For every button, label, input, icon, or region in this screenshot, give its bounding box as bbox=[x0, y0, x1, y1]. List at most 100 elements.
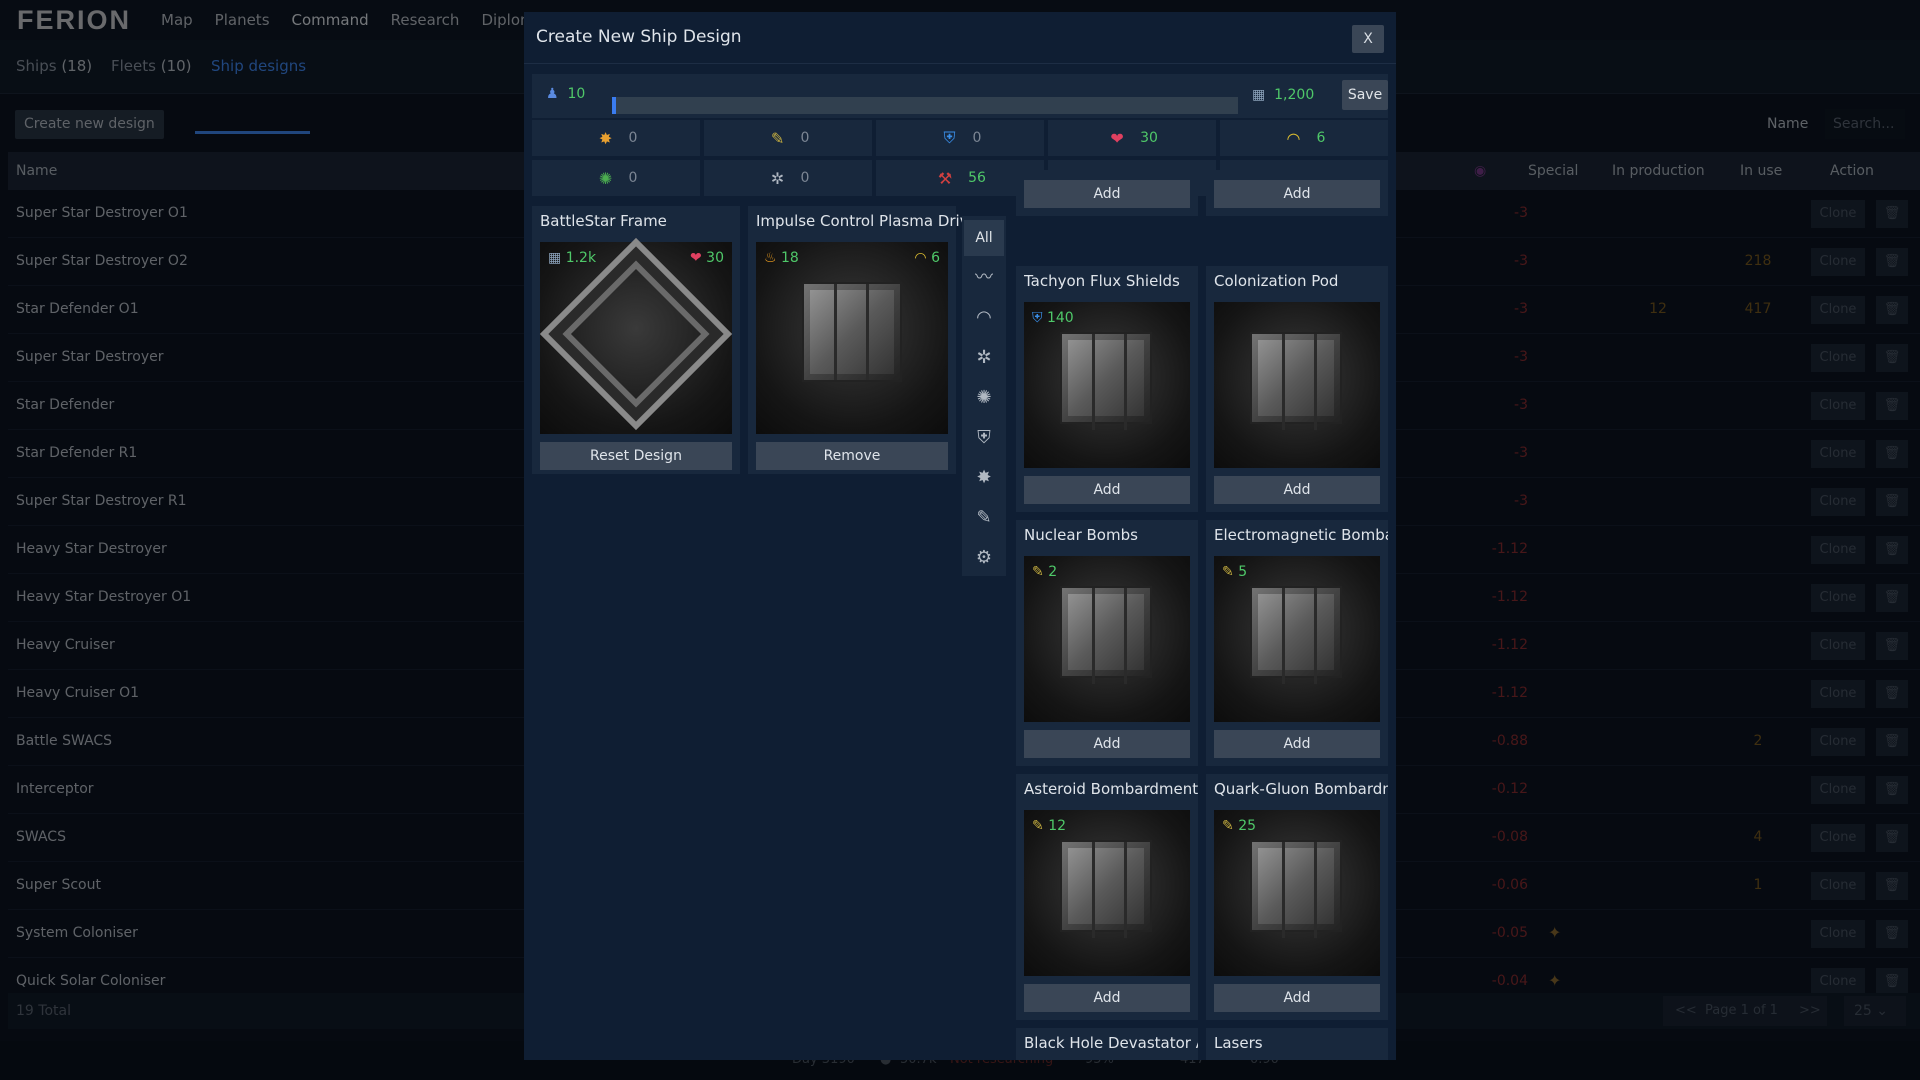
frame-model bbox=[539, 237, 733, 431]
stat-value: 6 bbox=[1316, 130, 1326, 146]
frame-slot: BattleStar Frame ▦ 1.2k ❤ 30 Reset Desig… bbox=[532, 206, 740, 474]
module-image: ✎ 25 bbox=[1214, 810, 1380, 976]
category-all-button[interactable]: All bbox=[964, 220, 1004, 256]
explosion-icon[interactable]: ✸ bbox=[964, 460, 1004, 496]
crew-count: ♟ 10 bbox=[546, 86, 585, 102]
stat-value: 0 bbox=[800, 130, 810, 146]
crew-icon: ♟ bbox=[546, 86, 559, 102]
module-model bbox=[1060, 586, 1152, 684]
missile-icon: ✎ bbox=[770, 128, 785, 148]
module-card: Asteroid Bombardment Array ✎ 12 Add bbox=[1016, 774, 1198, 1020]
drive-image: ♨ 18 ◠ 6 bbox=[756, 242, 948, 434]
virus-icon[interactable]: ✺ bbox=[964, 380, 1004, 416]
module-stat: ✎ 2 bbox=[1032, 564, 1057, 580]
drive-speed: ◠ 6 bbox=[914, 250, 940, 266]
add-module-button[interactable]: Add bbox=[1214, 180, 1380, 208]
dialog-header: Create New Ship Design X bbox=[524, 12, 1396, 64]
stat-shield: ⛨ 0 bbox=[876, 120, 1044, 156]
add-module-button[interactable]: Add bbox=[1214, 984, 1380, 1012]
dialog-title: Create New Ship Design bbox=[536, 27, 742, 47]
drive-title: Impulse Control Plasma Drive bbox=[756, 212, 978, 230]
save-button[interactable]: Save bbox=[1342, 80, 1388, 110]
module-name: Electromagnetic Bombardment bbox=[1214, 526, 1388, 544]
crew-value: 10 bbox=[567, 86, 586, 102]
drive-slot: Impulse Control Plasma Drive ♨ 18 ◠ 6 Re… bbox=[748, 206, 978, 474]
shield-icon: ⛨ bbox=[943, 128, 956, 147]
module-image: ⛨ 140 bbox=[1024, 302, 1190, 468]
module-stat-value: 5 bbox=[1238, 564, 1248, 580]
design-summary-bar: ♟ 10 ▦ 1,200 Save bbox=[532, 74, 1388, 118]
module-stat-value: 2 bbox=[1048, 564, 1058, 580]
gauge-icon[interactable]: ◠ bbox=[964, 300, 1004, 336]
hull-icon: ▦ bbox=[548, 250, 562, 266]
module-card: Colonization Pod Add bbox=[1206, 266, 1388, 512]
stat-explosion: ✸ 0 bbox=[532, 120, 700, 156]
module-card: Tachyon Flux Shields ⛨ 140 Add bbox=[1016, 266, 1198, 512]
stat-satellite: ✲ 0 bbox=[704, 160, 872, 196]
module-name: Quark-Gluon Bombardment bbox=[1214, 780, 1388, 798]
add-module-button[interactable]: Add bbox=[1024, 730, 1190, 758]
module-category-filter: All 〰 ◠ ✲ ✺ ⛨ ✸ ✎ ⚙ bbox=[962, 216, 1006, 576]
module-model bbox=[1250, 840, 1342, 938]
stat-value: 0 bbox=[972, 130, 982, 146]
module-name: Nuclear Bombs bbox=[1024, 526, 1138, 544]
module-card-partial: Add bbox=[1206, 170, 1388, 216]
heart-icon: ❤ bbox=[689, 250, 702, 266]
speed-gauge-icon: ◠ bbox=[1286, 128, 1301, 148]
add-module-button[interactable]: Add bbox=[1024, 984, 1190, 1012]
module-stat: ✎ 12 bbox=[1032, 818, 1066, 834]
drive-speed-value: 6 bbox=[931, 250, 940, 266]
module-model bbox=[1250, 332, 1342, 430]
stat-value: 0 bbox=[800, 170, 810, 186]
hammer-icon: ⚒ bbox=[937, 168, 953, 188]
module-stat: ✎ 25 bbox=[1222, 818, 1256, 834]
module-image bbox=[1214, 302, 1380, 468]
module-stat-value: 12 bbox=[1048, 818, 1067, 834]
create-ship-design-dialog: Create New Ship Design X ♟ 10 ▦ 1,200 Sa… bbox=[524, 12, 1396, 1060]
missile-icon: ✎ bbox=[1222, 564, 1234, 580]
hull-capacity: ▦ 1,200 bbox=[1252, 87, 1314, 103]
add-module-button[interactable]: Add bbox=[1024, 476, 1190, 504]
hull-icon: ▦ bbox=[1252, 87, 1266, 103]
virus-icon: ✺ bbox=[598, 168, 613, 188]
close-button[interactable]: X bbox=[1352, 25, 1384, 53]
gear-icon[interactable]: ⚙ bbox=[964, 540, 1004, 576]
remove-module-button[interactable]: Remove bbox=[756, 442, 948, 470]
frame-hp-value: 30 bbox=[706, 250, 724, 266]
stat-heart: ❤ 30 bbox=[1048, 120, 1216, 156]
module-card: Nuclear Bombs ✎ 2 Add bbox=[1016, 520, 1198, 766]
module-image: ✎ 2 bbox=[1024, 556, 1190, 722]
pulse-icon[interactable]: 〰 bbox=[964, 260, 1004, 296]
module-name: Tachyon Flux Shields bbox=[1024, 272, 1180, 290]
stat-value: 0 bbox=[628, 170, 638, 186]
module-card-partial: Add bbox=[1016, 170, 1198, 216]
missile-icon[interactable]: ✎ bbox=[964, 500, 1004, 536]
shield-icon: ⛨ bbox=[1032, 310, 1043, 326]
frame-image: ▦ 1.2k ❤ 30 bbox=[539, 237, 733, 434]
satellite-icon[interactable]: ✲ bbox=[964, 340, 1004, 376]
module-stat: ✎ 5 bbox=[1222, 564, 1247, 580]
stat-missile: ✎ 0 bbox=[704, 120, 872, 156]
add-module-button[interactable]: Add bbox=[1024, 180, 1190, 208]
module-stat-value: 25 bbox=[1238, 818, 1257, 834]
heart-icon: ❤ bbox=[1110, 128, 1124, 148]
module-model bbox=[1250, 586, 1342, 684]
drive-fuel: ♨ 18 bbox=[764, 250, 799, 266]
module-image: ✎ 12 bbox=[1024, 810, 1190, 976]
add-module-button[interactable]: Add bbox=[1214, 476, 1380, 504]
module-name: Asteroid Bombardment Array bbox=[1024, 780, 1198, 798]
add-module-button[interactable]: Add bbox=[1214, 730, 1380, 758]
missile-icon: ✎ bbox=[1222, 818, 1234, 834]
module-card: Quark-Gluon Bombardment ✎ 25 Add bbox=[1206, 774, 1388, 1020]
module-stat: ⛨ 140 bbox=[1032, 310, 1074, 326]
satellite-icon: ✲ bbox=[770, 168, 785, 188]
module-card: Lasers bbox=[1206, 1028, 1388, 1060]
stat-speed-gauge: ◠ 6 bbox=[1220, 120, 1388, 156]
module-model bbox=[802, 282, 902, 382]
module-card: Black Hole Devastator Array bbox=[1016, 1028, 1198, 1060]
shield-icon[interactable]: ⛨ bbox=[964, 420, 1004, 456]
frame-hp: ❤ 30 bbox=[690, 250, 724, 266]
reset-design-button[interactable]: Reset Design bbox=[540, 442, 732, 470]
explosion-icon: ✸ bbox=[598, 128, 613, 148]
capacity-progress-fill bbox=[612, 97, 617, 114]
